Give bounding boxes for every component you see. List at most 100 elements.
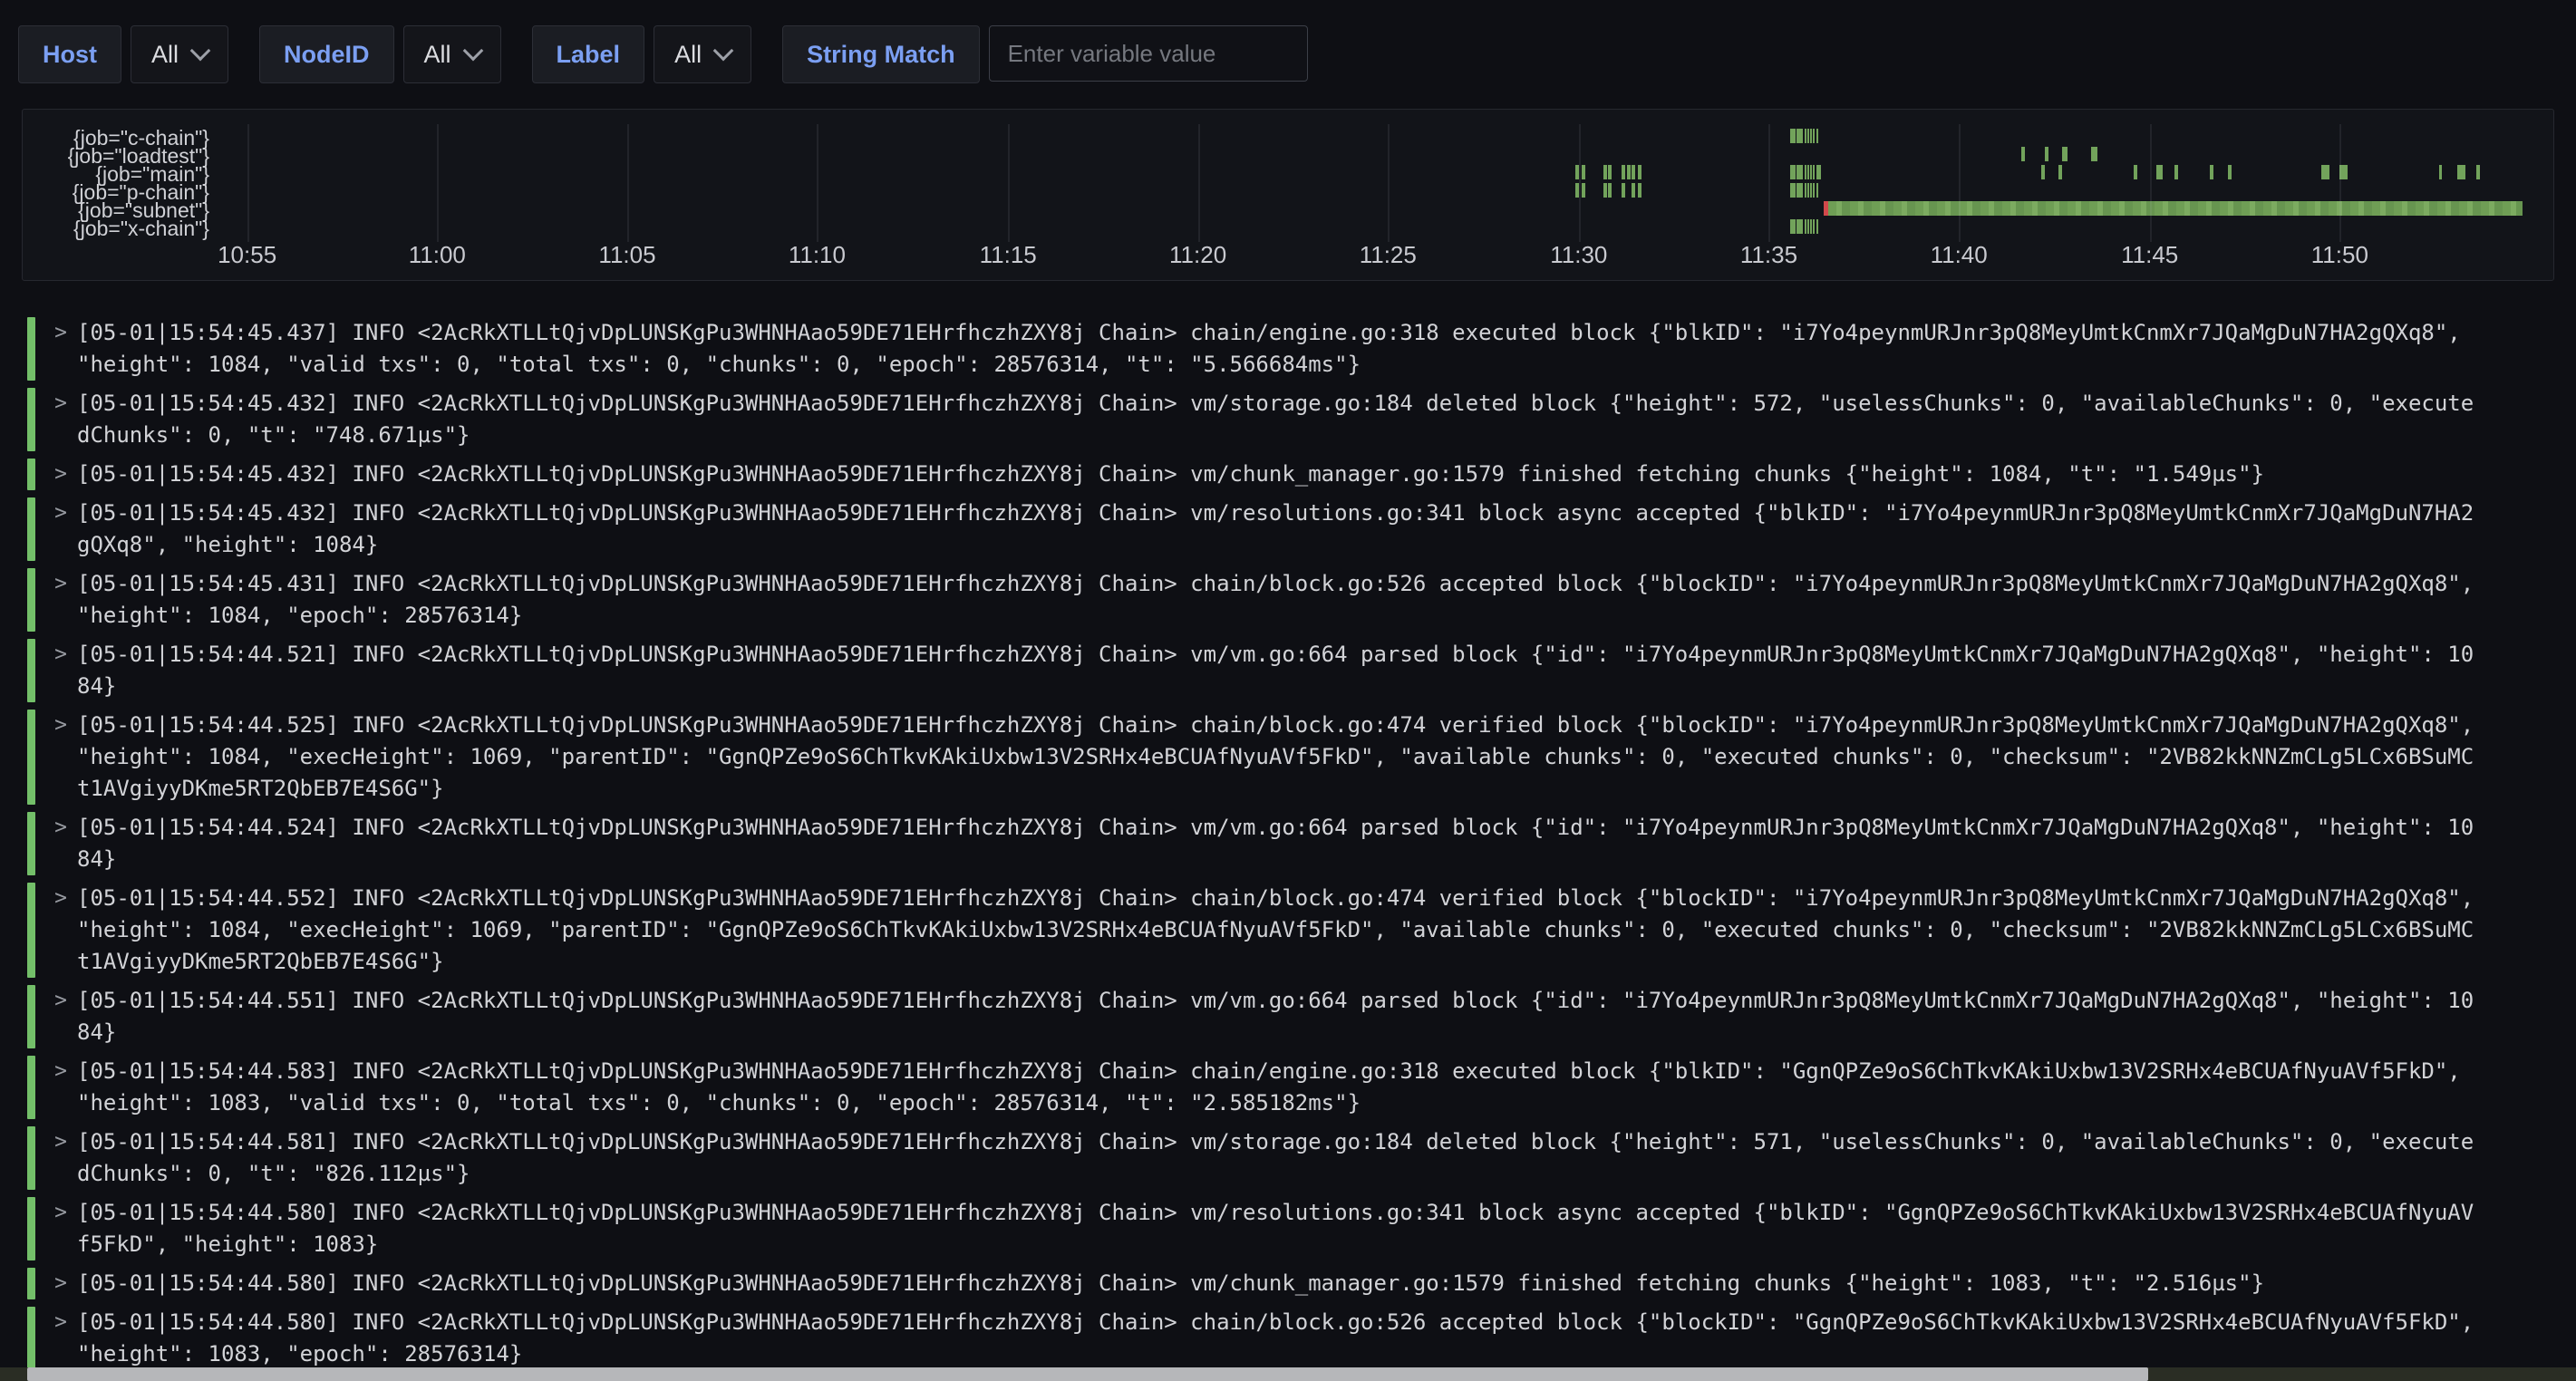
- label-variable-dropdown[interactable]: All: [654, 25, 751, 83]
- volume-mark: [1582, 165, 1585, 179]
- expand-row-icon[interactable]: >: [44, 388, 77, 451]
- expand-row-icon[interactable]: >: [44, 639, 77, 702]
- host-variable-dropdown[interactable]: All: [131, 25, 228, 83]
- x-axis-tick-label: 10:55: [218, 241, 276, 269]
- x-grid-line: [1388, 124, 1390, 242]
- log-level-indicator: [27, 459, 35, 490]
- expand-row-icon[interactable]: >: [44, 1056, 77, 1119]
- expand-row-icon[interactable]: >: [44, 985, 77, 1048]
- x-axis-tick-label: 11:00: [409, 241, 466, 269]
- log-line-text: [05-01|15:54:44.580] INFO <2AcRkXTLLtQjv…: [77, 1197, 2477, 1260]
- volume-mark: [1816, 219, 1818, 234]
- volume-mark: [1813, 129, 1815, 143]
- horizontal-scrollbar-track: [0, 1367, 2576, 1381]
- host-variable-value: All: [151, 41, 179, 69]
- log-row[interactable]: >[05-01|15:54:45.432] INFO <2AcRkXTLLtQj…: [27, 494, 2511, 565]
- x-grid-line: [1579, 124, 1581, 242]
- series-label: {job="x-chain"}: [50, 219, 209, 237]
- expand-row-icon[interactable]: >: [44, 317, 77, 381]
- volume-mark: [1608, 165, 1612, 179]
- nodeid-variable-dropdown[interactable]: All: [403, 25, 501, 83]
- log-level-indicator: [27, 883, 35, 978]
- horizontal-scrollbar-thumb[interactable]: [27, 1367, 2148, 1381]
- log-row[interactable]: >[05-01|15:54:44.580] INFO <2AcRkXTLLtQj…: [27, 1303, 2511, 1374]
- volume-mark: [1796, 219, 1802, 234]
- string-match-variable-label: String Match: [782, 25, 980, 83]
- log-level-indicator: [27, 985, 35, 1048]
- volume-mark: [1790, 219, 1795, 234]
- log-row[interactable]: >[05-01|15:54:44.580] INFO <2AcRkXTLLtQj…: [27, 1193, 2511, 1264]
- volume-mark: [1627, 165, 1631, 179]
- log-line-text: [05-01|15:54:45.431] INFO <2AcRkXTLLtQjv…: [77, 568, 2477, 632]
- volume-mark: [1805, 219, 1806, 234]
- log-row[interactable]: >[05-01|15:54:44.521] INFO <2AcRkXTLLtQj…: [27, 635, 2511, 706]
- log-row[interactable]: >[05-01|15:54:44.583] INFO <2AcRkXTLLtQj…: [27, 1052, 2511, 1123]
- dashboard-variables-bar: Host All NodeID All Label All String Mat…: [18, 25, 1308, 83]
- log-line-text: [05-01|15:54:44.581] INFO <2AcRkXTLLtQjv…: [77, 1126, 2477, 1190]
- volume-mark: [1603, 165, 1607, 179]
- log-row[interactable]: >[05-01|15:54:44.525] INFO <2AcRkXTLLtQj…: [27, 706, 2511, 808]
- x-grid-line: [2339, 124, 2341, 242]
- volume-mark: [1807, 165, 1809, 179]
- variable-host: Host All: [18, 25, 228, 83]
- string-match-input[interactable]: [989, 25, 1308, 82]
- volume-mark: [1582, 183, 1585, 198]
- volume-mark: [2156, 165, 2163, 179]
- expand-row-icon[interactable]: >: [44, 459, 77, 490]
- x-axis-tick-label: 11:25: [1360, 241, 1417, 269]
- log-row[interactable]: >[05-01|15:54:44.551] INFO <2AcRkXTLLtQj…: [27, 981, 2511, 1052]
- series-labels: {job="c-chain"}{job="loadtest"}{job="mai…: [50, 129, 209, 237]
- x-axis-tick-label: 11:10: [789, 241, 846, 269]
- x-axis-tick-label: 11:20: [1169, 241, 1226, 269]
- volume-mark: [2228, 165, 2232, 179]
- log-level-indicator: [27, 1307, 35, 1370]
- log-row[interactable]: >[05-01|15:54:44.524] INFO <2AcRkXTLLtQj…: [27, 808, 2511, 879]
- expand-row-icon[interactable]: >: [44, 883, 77, 978]
- x-axis-tick-label: 11:45: [2121, 241, 2178, 269]
- log-row[interactable]: >[05-01|15:54:45.431] INFO <2AcRkXTLLtQj…: [27, 565, 2511, 635]
- log-row[interactable]: >[05-01|15:54:44.552] INFO <2AcRkXTLLtQj…: [27, 879, 2511, 981]
- volume-mark: [1813, 183, 1815, 198]
- expand-row-icon[interactable]: >: [44, 812, 77, 875]
- expand-row-icon[interactable]: >: [44, 1126, 77, 1190]
- expand-row-icon[interactable]: >: [44, 710, 77, 805]
- log-line-text: [05-01|15:54:44.524] INFO <2AcRkXTLLtQjv…: [77, 812, 2477, 875]
- x-grid-line: [1959, 124, 1961, 242]
- volume-mark: [1638, 183, 1641, 198]
- volume-mark: [2091, 147, 2097, 161]
- volume-row: [23, 147, 2553, 161]
- volume-mark: [1622, 165, 1625, 179]
- volume-mark: [1818, 165, 1820, 179]
- log-volume-plot[interactable]: 10:5511:0011:0511:1011:1511:2011:2511:30…: [23, 110, 2553, 280]
- log-level-indicator: [27, 639, 35, 702]
- expand-row-icon[interactable]: >: [44, 1268, 77, 1299]
- log-level-indicator: [27, 497, 35, 561]
- volume-mark: [1790, 165, 1795, 179]
- x-grid-line: [247, 124, 249, 242]
- volume-mark: [1807, 129, 1809, 143]
- x-grid-line: [1768, 124, 1770, 242]
- log-level-indicator: [27, 1126, 35, 1190]
- x-axis-tick-label: 11:40: [1931, 241, 1988, 269]
- volume-mark: [2021, 147, 2025, 161]
- variable-label: Label All: [532, 25, 752, 83]
- expand-row-icon[interactable]: >: [44, 497, 77, 561]
- volume-mark: [2062, 147, 2068, 161]
- log-row[interactable]: >[05-01|15:54:44.580] INFO <2AcRkXTLLtQj…: [27, 1264, 2511, 1303]
- volume-mark: [2174, 165, 2178, 179]
- chevron-down-icon: [713, 41, 734, 62]
- expand-row-icon[interactable]: >: [44, 568, 77, 632]
- volume-mark: [1608, 183, 1612, 198]
- expand-row-icon[interactable]: >: [44, 1197, 77, 1260]
- log-row[interactable]: >[05-01|15:54:45.437] INFO <2AcRkXTLLtQj…: [27, 314, 2511, 384]
- log-row[interactable]: >[05-01|15:54:45.432] INFO <2AcRkXTLLtQj…: [27, 455, 2511, 494]
- log-row[interactable]: >[05-01|15:54:45.432] INFO <2AcRkXTLLtQj…: [27, 384, 2511, 455]
- volume-mark: [1622, 183, 1625, 198]
- chevron-down-icon: [190, 41, 211, 62]
- log-level-indicator: [27, 568, 35, 632]
- log-row[interactable]: >[05-01|15:54:44.581] INFO <2AcRkXTLLtQj…: [27, 1123, 2511, 1193]
- volume-mark: [2210, 165, 2213, 179]
- volume-mark: [1805, 129, 1806, 143]
- expand-row-icon[interactable]: >: [44, 1307, 77, 1370]
- log-line-text: [05-01|15:54:45.432] INFO <2AcRkXTLLtQjv…: [77, 497, 2477, 561]
